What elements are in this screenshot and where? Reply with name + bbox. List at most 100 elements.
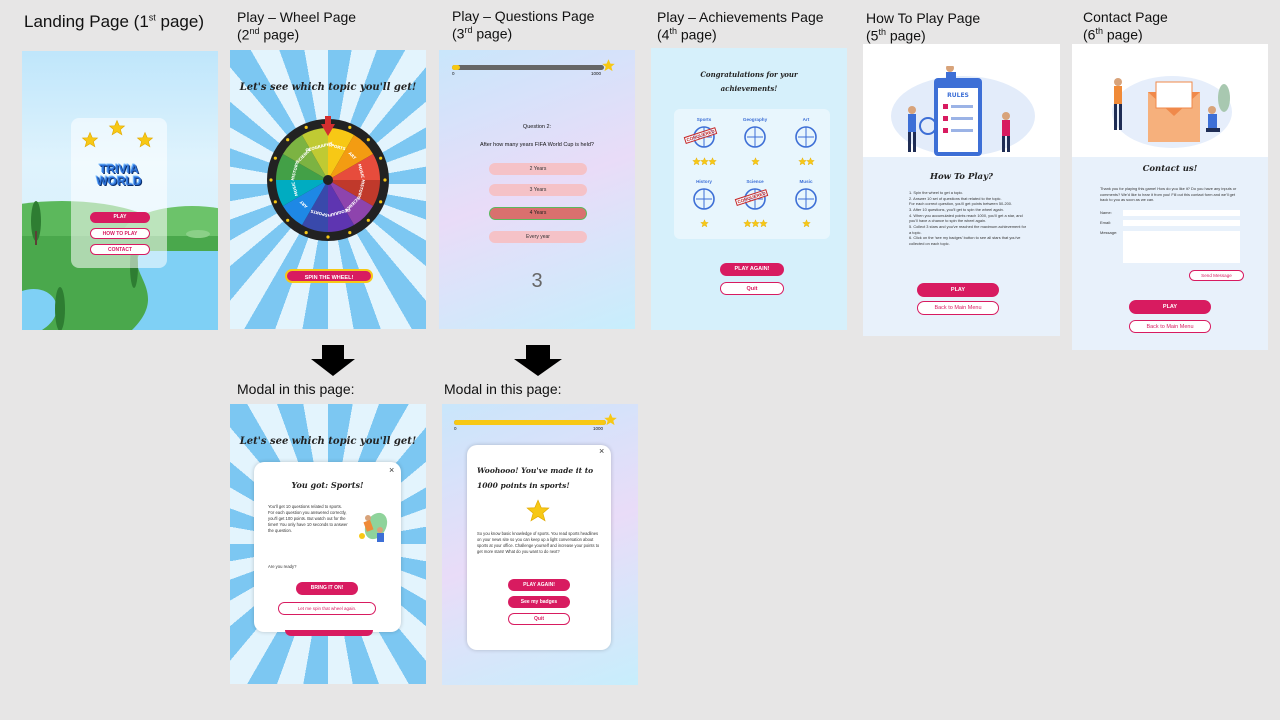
contact-title: Contact us! [1142,164,1198,174]
star-icon [81,131,99,148]
badge-topic-label: Music [799,179,813,184]
topic-wheel[interactable]: SPORTSARTMUSICHISTORYSCIENCEGEOGRAPHYSPO… [266,118,390,242]
wheel-light [366,138,370,142]
modal-body: You'll get 10 questions related to sport… [268,504,348,534]
caption-contact: Contact Page (6th page) [1083,9,1168,43]
wheel-light [379,200,383,204]
name-label: Name: [1100,210,1112,215]
badge-art: Art [783,117,829,175]
rules-illustration: RULES [891,66,1035,156]
star-icon [700,215,709,228]
badge-music: Music [783,179,829,237]
envelope-illustration [1112,76,1232,148]
topic-modal: × You got: Sports! You'll get 10 questio… [254,462,401,632]
art-icon [794,124,818,150]
wheel-light [273,200,277,204]
send-message-button[interactable]: Send Message [1189,270,1244,281]
caption-wheel: Play – Wheel Page (2nd page) [237,9,357,43]
wheel-light [273,156,277,160]
music-icon [794,186,818,212]
progress-min-label: 0 [454,426,457,431]
wheel-light [366,218,370,222]
bring-it-on-button[interactable]: BRING IT ON! [296,582,358,595]
caption-howto: How To Play Page (5th page) [866,10,981,44]
star-icon [708,153,717,166]
contact-page-screenshot: Contact us! Thank you for playing this g… [1072,44,1268,350]
wheel-hub [323,175,333,185]
star-icon [802,215,811,228]
points-modal: × Woohooo! You've made it to 1000 points… [467,445,611,650]
back-to-main-menu-button[interactable]: Back to Main Menu [917,301,999,315]
progress-max-label: 1000 [591,71,602,76]
wheel-page-screenshot: Let's see which topic you'll get! SPORTS… [230,50,426,329]
wheel-light [269,178,273,182]
caption-modal-wheel: Modal in this page: [237,381,355,397]
badge-geography: Geography [732,117,778,175]
achievements-title: Congratulations for your achievements! [700,70,798,93]
close-icon[interactable]: × [599,446,604,456]
answer-option[interactable]: Every year [489,231,587,243]
back-to-main-menu-button[interactable]: Back to Main Menu [1129,320,1211,333]
star-icon [751,153,760,166]
play-again-button[interactable]: PLAY AGAIN! [720,263,784,276]
quit-button[interactable]: Quit [720,282,784,295]
progress-track [452,65,604,70]
contact-intro: Thank you for playing this game! How do … [1100,186,1237,203]
progress-min-label: 0 [452,71,455,76]
questions-page-screenshot: 0 1000 Question 2: After how many years … [439,50,635,329]
star-icon [602,59,615,72]
name-field[interactable] [1123,210,1240,216]
how-to-play-page-screenshot: RULES How To Play? 1. Spin the wheel to … [863,44,1060,336]
countdown-timer: 3 [531,270,543,292]
question-number: Question 2: [522,124,552,130]
star-icon [759,215,768,228]
message-label: Message: [1100,230,1118,235]
badge-topic-label: History [696,179,712,184]
badge-topic-label: Geography [742,117,768,122]
badge-sports: Sports CONQUERED [681,117,727,175]
progress-fill [454,420,606,425]
landing-page-screenshot: TRIVIA WORLD PLAY HOW TO PLAY CONTACT [22,51,218,330]
email-label: Email: [1100,220,1112,225]
email-field[interactable] [1123,220,1240,226]
modal-body: So you know basic knowledge of sports. Y… [477,531,600,554]
athletes-illustration [359,512,388,542]
see-my-badges-button[interactable]: See my badges [508,596,570,608]
wheel-light [286,218,290,222]
progress-max-label: 1000 [593,426,604,431]
wheel-light [379,156,383,160]
questions-modal-screenshot: 0 1000 × Woohooo! You've made it to 1000… [442,404,638,685]
question-text: After how many years FIFA World Cup is h… [480,142,594,148]
star-icon [108,119,126,136]
badge-topic-label: Sports [696,117,712,122]
wheel-light [304,125,308,129]
spin-again-button[interactable]: Let me spin that wheel again. [278,602,376,615]
play-button[interactable]: PLAY [917,283,999,297]
contact-button[interactable]: CONTACT [90,244,150,255]
play-again-button[interactable]: PLAY AGAIN! [508,579,570,591]
wheel-light [326,235,330,239]
quit-button[interactable]: Quit [508,613,570,625]
down-arrow-icon [311,345,355,376]
message-field[interactable] [1123,231,1240,263]
badge-history: History [681,179,727,237]
play-button[interactable]: PLAY [90,212,150,223]
wheel-light [348,231,352,235]
star-icon [604,413,617,426]
rule-item: 4. When you accumulated points reach 100… [909,212,1023,224]
badge-science: Science CONQUERED [732,179,778,237]
answer-option[interactable]: 3 Years [489,184,587,196]
progress-fill [452,65,460,70]
rule-item: 6. Click on the 'see my badges' button t… [909,235,1021,246]
wheel-light [286,138,290,142]
close-icon[interactable]: × [389,465,394,475]
play-button[interactable]: PLAY [1129,300,1211,314]
how-to-play-button[interactable]: HOW TO PLAY [90,228,150,239]
answer-option[interactable]: 2 Years [489,163,587,175]
answer-option-selected[interactable]: 4 Years [489,207,587,220]
spin-wheel-button[interactable]: SPIN THE WHEEL! [285,269,373,283]
rules-illustration-label: RULES [947,92,969,99]
star-icon [806,153,815,166]
rules-list: 1. Spin the wheel to get a topic. 2. Ans… [909,190,1029,247]
geography-icon [743,124,767,150]
